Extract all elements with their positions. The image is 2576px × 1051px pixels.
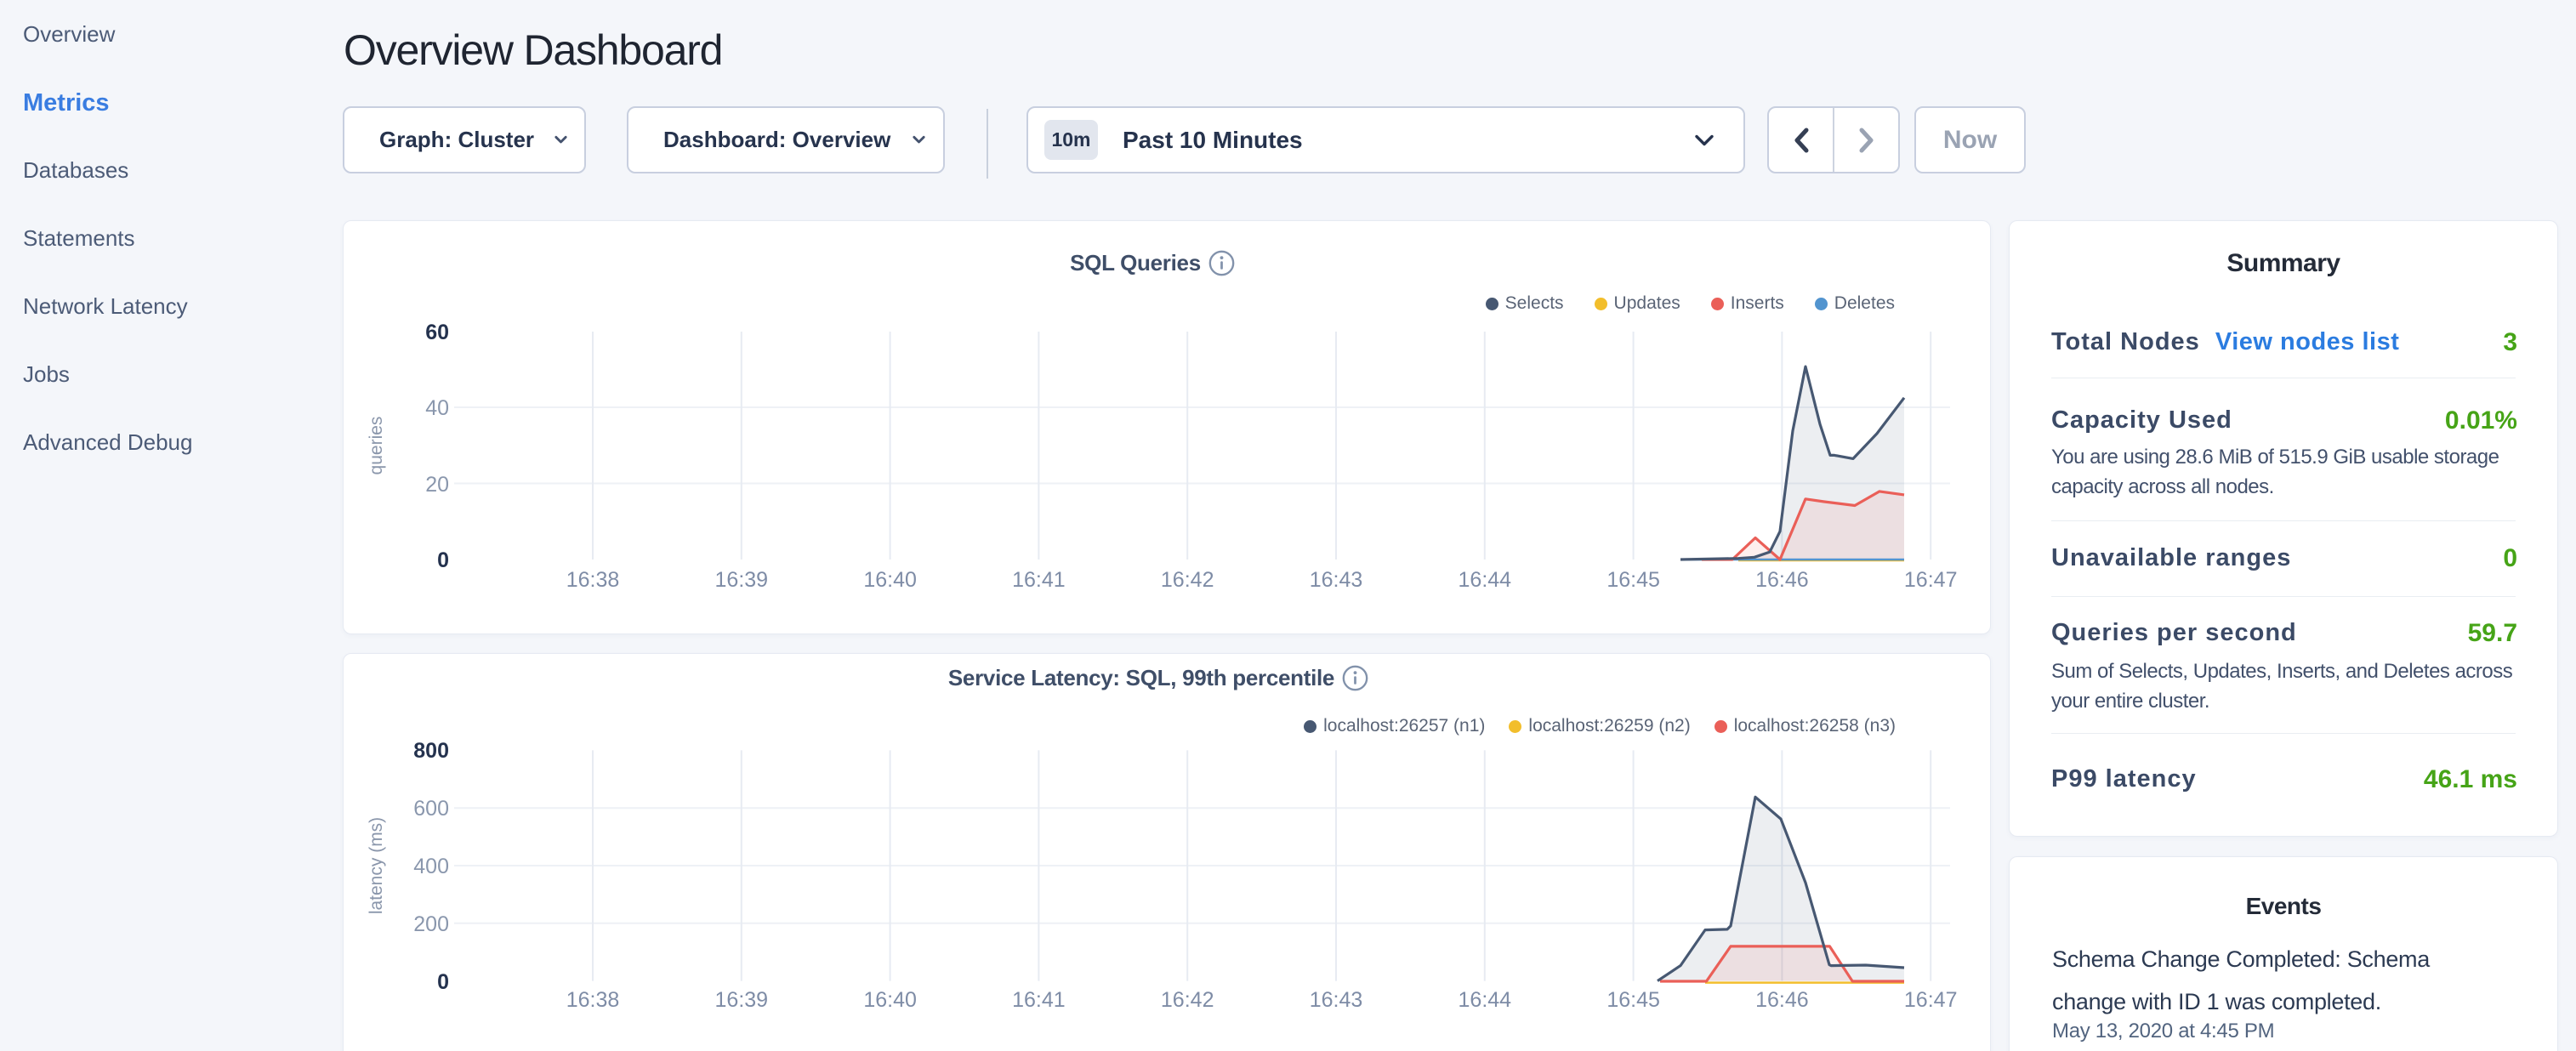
svg-text:queries: queries xyxy=(367,417,386,475)
svg-text:0: 0 xyxy=(437,548,449,572)
svg-text:400: 400 xyxy=(413,855,449,878)
svg-text:16:43: 16:43 xyxy=(1310,988,1363,1012)
svg-text:16:43: 16:43 xyxy=(1310,568,1363,592)
svg-text:16:40: 16:40 xyxy=(863,988,917,1012)
svg-text:200: 200 xyxy=(413,912,449,936)
svg-text:16:46: 16:46 xyxy=(1755,988,1809,1012)
svg-text:40: 40 xyxy=(425,396,449,420)
svg-text:latency (ms): latency (ms) xyxy=(367,817,386,914)
svg-text:16:39: 16:39 xyxy=(715,568,769,592)
svg-text:16:38: 16:38 xyxy=(566,988,620,1012)
svg-text:16:44: 16:44 xyxy=(1459,568,1512,592)
svg-text:16:41: 16:41 xyxy=(1012,568,1066,592)
svg-text:16:44: 16:44 xyxy=(1459,988,1512,1012)
svg-text:16:41: 16:41 xyxy=(1012,988,1066,1012)
svg-text:20: 20 xyxy=(425,473,449,497)
svg-text:16:45: 16:45 xyxy=(1606,568,1660,592)
svg-text:600: 600 xyxy=(413,797,449,821)
svg-text:16:45: 16:45 xyxy=(1606,988,1660,1012)
svg-text:800: 800 xyxy=(413,739,449,763)
svg-text:16:38: 16:38 xyxy=(566,568,620,592)
svg-text:16:46: 16:46 xyxy=(1755,568,1809,592)
svg-text:16:42: 16:42 xyxy=(1161,568,1214,592)
svg-text:16:40: 16:40 xyxy=(863,568,917,592)
svg-text:60: 60 xyxy=(425,321,449,344)
svg-text:0: 0 xyxy=(437,970,449,994)
svg-text:16:42: 16:42 xyxy=(1161,988,1214,1012)
svg-text:16:39: 16:39 xyxy=(715,988,769,1012)
svg-text:16:47: 16:47 xyxy=(1904,568,1958,592)
svg-text:16:47: 16:47 xyxy=(1904,988,1958,1012)
